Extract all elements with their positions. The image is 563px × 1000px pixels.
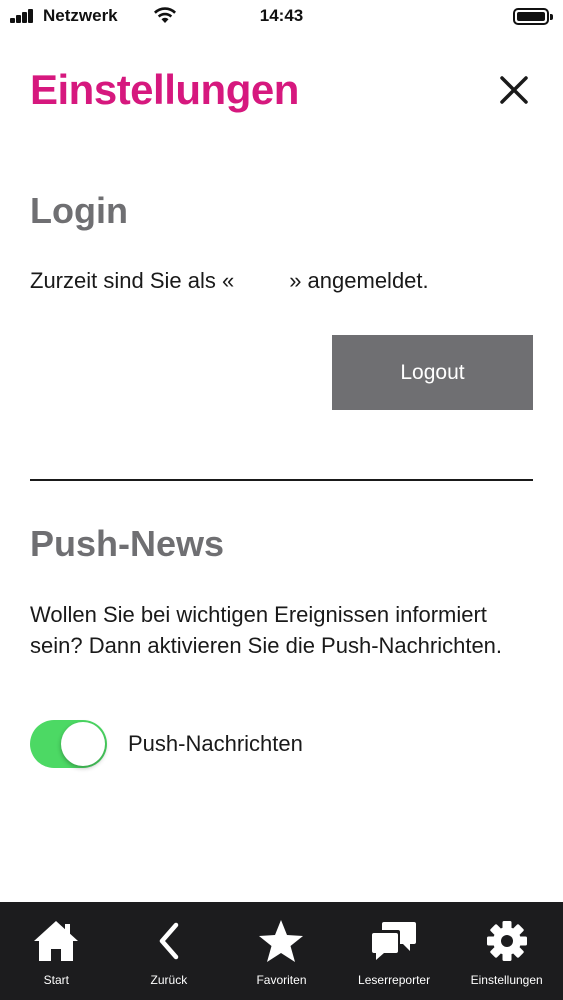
tab-back-label: Zurück [150,973,188,987]
page-title: Einstellungen [30,66,299,113]
push-description: Wollen Sie bei wichtigen Ereignissen inf… [30,602,503,658]
close-button[interactable] [494,70,534,110]
star-icon [256,918,306,964]
battery-icon [513,8,553,25]
login-status-text: Zurzeit sind Sie als « » angemeldet. [30,268,429,293]
login-section-title: Login [30,190,128,231]
gear-icon [482,918,532,964]
push-toggle-label: Push-Nachrichten [128,731,303,756]
tab-back[interactable]: Zurück [113,902,226,1000]
push-notifications-toggle[interactable] [30,720,107,768]
status-time: 14:43 [259,6,304,25]
tab-leserreporter[interactable]: Leserreporter [338,902,451,1000]
toggle-knob [61,722,105,766]
chat-bubbles-icon [369,918,419,964]
tab-start-label: Start [43,973,69,987]
push-section-title: Push-News [30,523,225,564]
chevron-left-icon [144,918,194,964]
section-divider [30,479,533,481]
tab-favorites[interactable]: Favoriten [225,902,338,1000]
close-icon [500,76,528,104]
logout-button[interactable]: Logout [332,335,533,410]
status-bar: Netzwerk 14:43 [0,0,563,34]
tab-settings[interactable]: Einstellungen [450,902,563,1000]
tab-settings-label: Einstellungen [470,973,543,987]
bottom-tab-bar: Start Zurück Favoriten Leserreporter Ein… [0,902,563,1000]
tab-start[interactable]: Start [0,902,113,1000]
tab-leserreporter-label: Leserreporter [358,973,431,987]
home-icon [31,918,81,964]
tab-favorites-label: Favoriten [256,973,307,987]
